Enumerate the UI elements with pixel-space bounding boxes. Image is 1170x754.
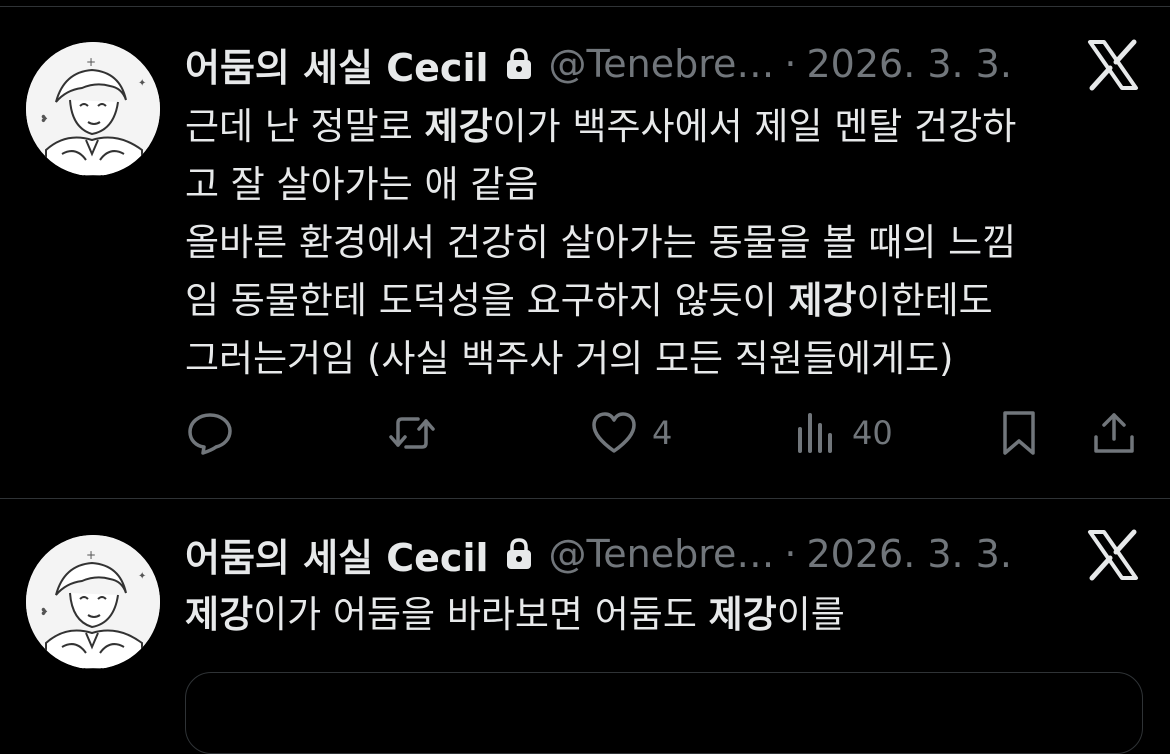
svg-text:❥: ❥ (40, 607, 48, 618)
views-bar-chart-icon (798, 413, 832, 453)
retweet-icon (389, 417, 435, 449)
text-line: 근데 난 정말로 제강이가 백주사에서 제일 멘탈 건강하 (185, 98, 1145, 156)
text-run: 올바른 환경에서 건강히 살아가는 동물을 볼 때의 느낌 (185, 221, 1017, 264)
text-line: 고 잘 살아가는 애 같음 (185, 156, 1145, 214)
text-run: 이를 (776, 593, 845, 636)
svg-text:+: + (86, 548, 96, 562)
quoted-tweet-card[interactable] (185, 672, 1143, 754)
x-logo-icon (1086, 38, 1140, 92)
views-button[interactable]: 40 (790, 403, 893, 463)
avatar-illustration: + ✦ ❥ (26, 535, 160, 669)
text-run: 고 잘 살아가는 애 같음 (185, 163, 539, 206)
tweet-header: 어둠의 세실 Cecil @Tenebre… · 2026. 3. 3. (185, 526, 1065, 582)
author-handle[interactable]: @Tenebre… (549, 42, 775, 86)
bookmark-button[interactable] (995, 403, 1043, 463)
svg-text:✦: ✦ (138, 571, 146, 582)
tweet-divider (0, 498, 1170, 499)
svg-text:❥: ❥ (40, 114, 48, 125)
heart-icon (592, 412, 636, 453)
author-handle[interactable]: @Tenebre… (549, 532, 775, 576)
text-run: 임 동물한테 도덕성을 요구하지 않듯이 (185, 279, 789, 322)
svg-text:✦: ✦ (138, 78, 146, 89)
like-button[interactable]: 4 (590, 403, 672, 463)
tweet-text: 근데 난 정말로 제강이가 백주사에서 제일 멘탈 건강하 고 잘 살아가는 애… (185, 98, 1145, 388)
like-count: 4 (652, 414, 673, 452)
text-run: 근데 난 정말로 (185, 105, 425, 148)
text-line: 제강이가 어둠을 바라보면 어둠도 제강이를 (185, 586, 1145, 644)
views-count: 40 (852, 414, 893, 452)
author-name[interactable]: 어둠의 세실 Cecil (185, 37, 489, 92)
tweet-date[interactable]: 2026. 3. 3. (806, 42, 1011, 86)
top-divider (0, 6, 1170, 7)
avatar-illustration: + ✦ ❥ (26, 42, 160, 176)
share-button[interactable] (1090, 403, 1138, 463)
lock-icon (503, 537, 535, 571)
reply-icon (188, 413, 232, 455)
avatar[interactable]: + ✦ ❥ (26, 535, 160, 669)
author-name[interactable]: 어둠의 세실 Cecil (185, 527, 489, 582)
text-bold: 제강 (424, 105, 493, 148)
action-bar: 4 40 (0, 403, 1170, 463)
svg-text:+: + (86, 55, 96, 69)
share-icon (1094, 413, 1134, 453)
tweet-header: 어둠의 세실 Cecil @Tenebre… · 2026. 3. 3. (185, 36, 1065, 92)
reply-button[interactable] (186, 403, 234, 463)
meta-separator: · (784, 532, 797, 576)
text-line: 올바른 환경에서 건강히 살아가는 동물을 볼 때의 느낌 (185, 214, 1145, 272)
tweet-date[interactable]: 2026. 3. 3. (806, 532, 1011, 576)
meta-separator: · (784, 42, 797, 86)
lock-icon (503, 47, 535, 81)
text-line: 임 동물한테 도덕성을 요구하지 않듯이 제강이한테도 (185, 272, 1145, 330)
bookmark-icon (1003, 411, 1035, 455)
text-run: 이가 백주사에서 제일 멘탈 건강하 (492, 105, 1017, 148)
text-run: 이한테도 (856, 279, 993, 322)
text-run: 이가 어둠을 바라보면 어둠도 (253, 593, 709, 636)
text-run: 그러는거임 (사실 백주사 거의 모든 직원들에게도) (185, 337, 954, 380)
retweet-button[interactable] (388, 403, 436, 463)
text-bold: 제강 (788, 279, 857, 322)
text-bold: 제강 (185, 593, 254, 636)
text-line: 그러는거임 (사실 백주사 거의 모든 직원들에게도) (185, 330, 1145, 388)
text-bold: 제강 (708, 593, 777, 636)
avatar[interactable]: + ✦ ❥ (26, 42, 160, 176)
x-logo-icon (1086, 528, 1140, 582)
tweet-text: 제강이가 어둠을 바라보면 어둠도 제강이를 (185, 586, 1145, 644)
